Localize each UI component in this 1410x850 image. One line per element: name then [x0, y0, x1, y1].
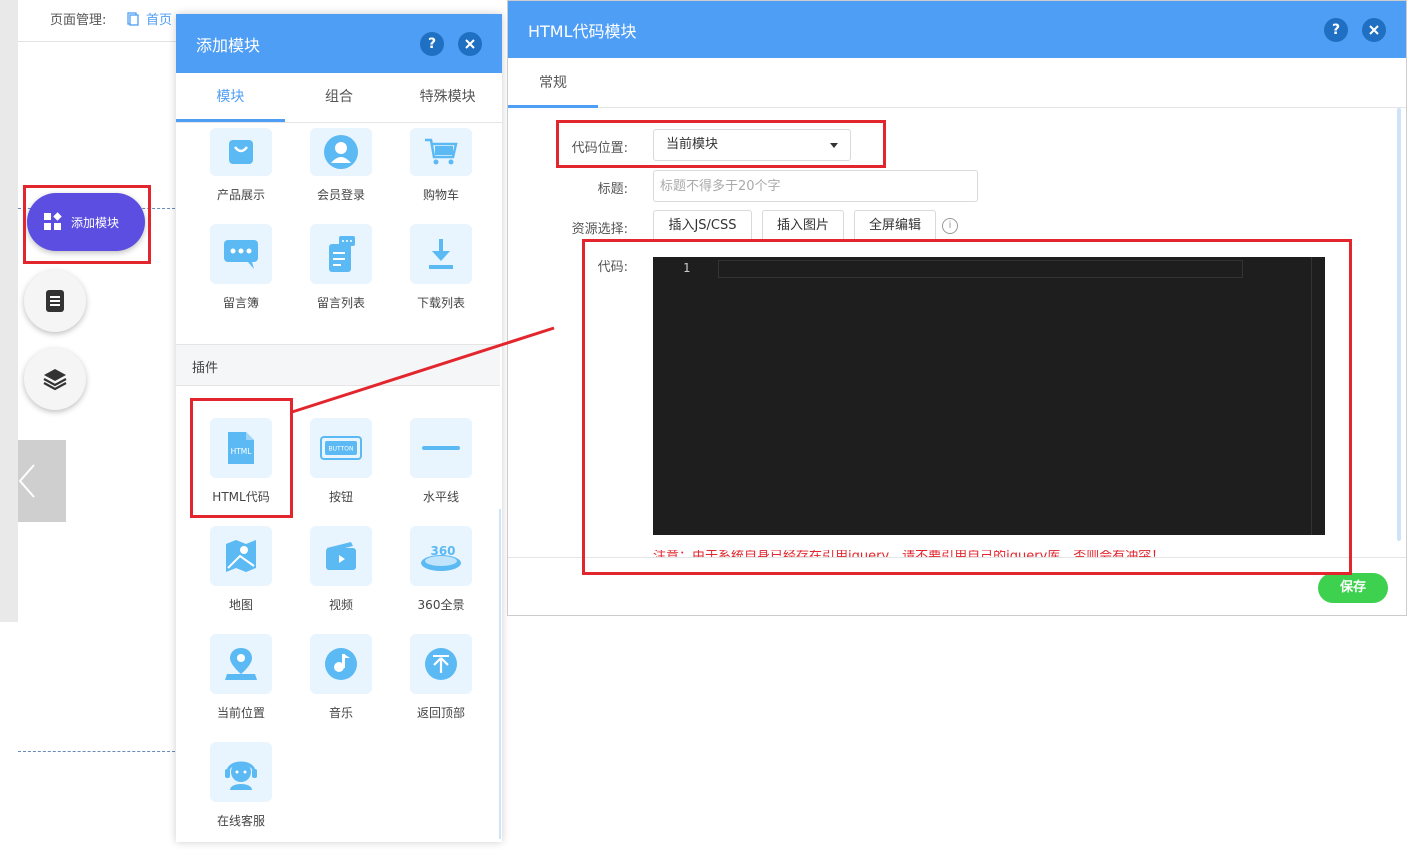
- annotation-connector-line: [291, 326, 555, 414]
